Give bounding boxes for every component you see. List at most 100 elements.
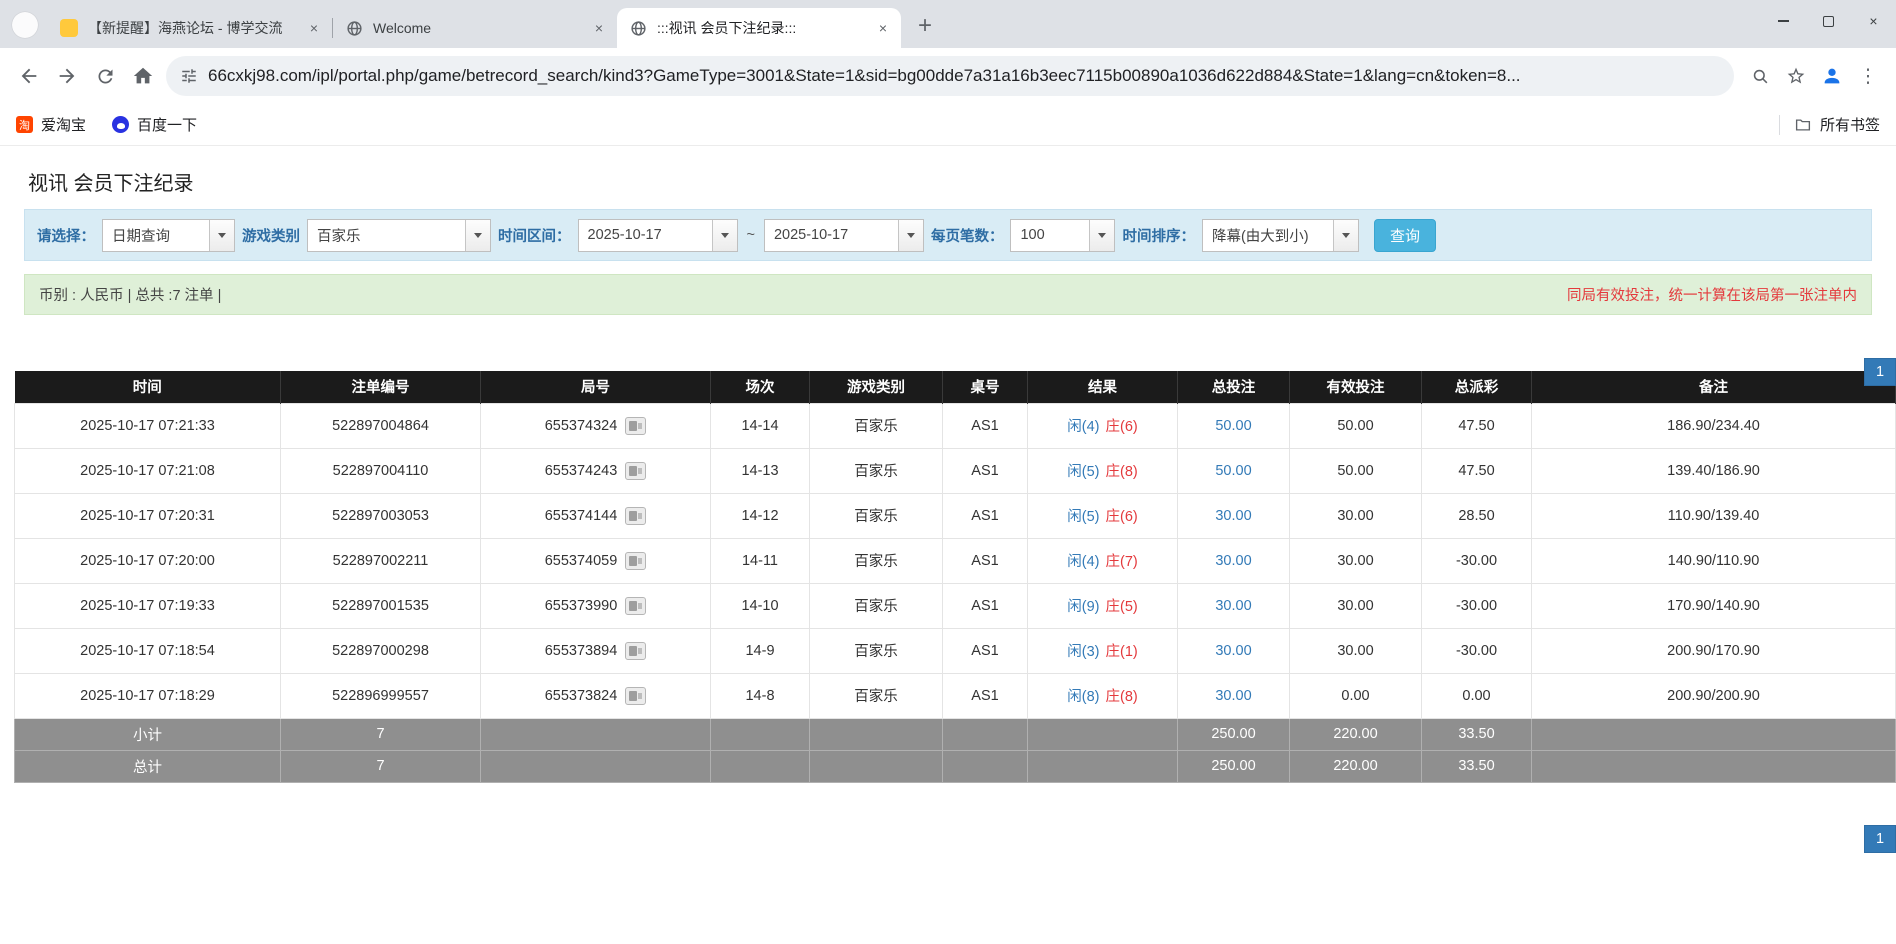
table-header-row: 时间 注单编号 局号 场次 游戏类别 桌号 结果 总投注 有效投注 总派彩 备注: [15, 371, 1896, 403]
footer-empty-cell: [711, 750, 810, 782]
maximize-button[interactable]: [1806, 0, 1851, 42]
bookmark-baidu[interactable]: 百度一下: [112, 114, 197, 135]
bet-amount-link[interactable]: 30.00: [1215, 553, 1251, 569]
cell-session: 14-8: [711, 673, 810, 718]
total-row: 总计 7 250.00 220.00 33.50: [15, 750, 1896, 782]
cell-payout: 28.50: [1422, 493, 1532, 538]
cell-result: 闲(4)庄(7): [1028, 538, 1178, 583]
site-info-icon[interactable]: [180, 67, 198, 85]
tab-close-icon[interactable]: ×: [873, 18, 893, 38]
header-cell: 总派彩: [1422, 371, 1532, 403]
summary-bar: 币别 : 人民币 | 总共 :7 注单 | 同局有效投注，统一计算在该局第一张注…: [24, 274, 1872, 315]
close-window-button[interactable]: ×: [1851, 0, 1896, 42]
round-detail-icon[interactable]: [625, 507, 646, 525]
filter-page-size-label: 每页笔数：: [931, 225, 1004, 246]
total-count: 7: [281, 750, 481, 782]
round-id: 655374059: [545, 552, 618, 568]
query-type-combo[interactable]: 日期查询: [102, 219, 235, 252]
date-to-combo[interactable]: 2025-10-17: [764, 219, 924, 252]
all-bookmarks-button[interactable]: 所有书签: [1794, 114, 1880, 135]
cell-total-bet: 30.00: [1178, 493, 1290, 538]
game-type-combo[interactable]: 百家乐: [307, 219, 491, 252]
cell-session: 14-14: [711, 403, 810, 448]
tab-forum[interactable]: 【新提醒】海燕论坛 - 博学交流 ×: [48, 8, 332, 48]
cell-valid-bet: 30.00: [1290, 538, 1422, 583]
chevron-down-icon[interactable]: [898, 220, 923, 251]
round-detail-icon[interactable]: [625, 687, 646, 705]
table-row: 2025-10-17 07:21:08 522897004110 6553742…: [15, 448, 1896, 493]
footer-empty-cell: [1028, 750, 1178, 782]
chevron-down-icon[interactable]: [209, 220, 234, 251]
browser-window: 【新提醒】海燕论坛 - 博学交流 × Welcome × :::视讯 会员下注纪…: [0, 0, 1896, 146]
address-bar[interactable]: 66cxkj98.com/ipl/portal.php/game/betreco…: [166, 56, 1734, 96]
bet-amount-link[interactable]: 50.00: [1215, 418, 1251, 434]
reload-button[interactable]: [86, 57, 124, 95]
cell-table-no: AS1: [943, 538, 1028, 583]
pagination-page-button[interactable]: 1: [1864, 825, 1896, 853]
subtotal-payout: 33.50: [1422, 718, 1532, 750]
cell-table-no: AS1: [943, 583, 1028, 628]
cell-payout: 47.50: [1422, 448, 1532, 493]
cell-total-bet: 50.00: [1178, 448, 1290, 493]
header-cell: 桌号: [943, 371, 1028, 403]
globe-icon: [345, 19, 363, 37]
cell-round: 655373824: [481, 673, 711, 718]
cell-payout: -30.00: [1422, 583, 1532, 628]
cell-total-bet: 30.00: [1178, 538, 1290, 583]
date-from-combo[interactable]: 2025-10-17: [578, 219, 738, 252]
tab-close-icon[interactable]: ×: [304, 18, 324, 38]
bet-amount-link[interactable]: 30.00: [1215, 508, 1251, 524]
cell-total-bet: 30.00: [1178, 673, 1290, 718]
cell-time: 2025-10-17 07:20:31: [15, 493, 281, 538]
search-button[interactable]: 查询: [1374, 219, 1436, 252]
footer-empty-cell: [481, 718, 711, 750]
zoom-icon[interactable]: [1742, 57, 1778, 95]
tab-betrecord[interactable]: :::视讯 会员下注纪录::: ×: [617, 8, 901, 48]
round-detail-icon[interactable]: [625, 552, 646, 570]
round-detail-icon[interactable]: [625, 597, 646, 615]
cell-valid-bet: 30.00: [1290, 628, 1422, 673]
round-id: 655373894: [545, 642, 618, 658]
back-button[interactable]: [10, 57, 48, 95]
bookmark-star-button[interactable]: [1778, 57, 1814, 95]
bookmark-taobao[interactable]: 淘 爱淘宝: [16, 114, 86, 135]
sort-order-combo[interactable]: 降幕(由大到小): [1202, 219, 1359, 252]
result-player: 闲(9): [1067, 599, 1099, 615]
footer-empty-cell: [711, 718, 810, 750]
minimize-button[interactable]: [1761, 0, 1806, 42]
tab-close-icon[interactable]: ×: [589, 18, 609, 38]
toolbar-right: ⋮: [1742, 57, 1886, 95]
round-detail-icon[interactable]: [625, 462, 646, 480]
bet-amount-link[interactable]: 30.00: [1215, 688, 1251, 704]
menu-button[interactable]: ⋮: [1850, 57, 1886, 95]
cell-game-type: 百家乐: [810, 403, 943, 448]
round-detail-icon[interactable]: [625, 417, 646, 435]
tab-search-button[interactable]: [12, 12, 38, 38]
forward-button[interactable]: [48, 57, 86, 95]
chevron-down-icon[interactable]: [465, 220, 490, 251]
combo-value: 2025-10-17: [765, 220, 898, 251]
cell-valid-bet: 50.00: [1290, 448, 1422, 493]
header-cell: 时间: [15, 371, 281, 403]
folder-icon: [1794, 116, 1812, 134]
total-total-bet: 250.00: [1178, 750, 1290, 782]
cell-table-no: AS1: [943, 628, 1028, 673]
bet-amount-link[interactable]: 30.00: [1215, 643, 1251, 659]
home-button[interactable]: [124, 57, 162, 95]
subtotal-valid-bet: 220.00: [1290, 718, 1422, 750]
chevron-down-icon[interactable]: [712, 220, 737, 251]
tab-welcome[interactable]: Welcome ×: [333, 8, 617, 48]
bet-amount-link[interactable]: 50.00: [1215, 463, 1251, 479]
table-row: 2025-10-17 07:20:00 522897002211 6553740…: [15, 538, 1896, 583]
chevron-down-icon[interactable]: [1333, 220, 1358, 251]
cell-time: 2025-10-17 07:18:29: [15, 673, 281, 718]
round-detail-icon[interactable]: [625, 642, 646, 660]
bet-amount-link[interactable]: 30.00: [1215, 598, 1251, 614]
profile-button[interactable]: [1814, 57, 1850, 95]
round-id: 655374324: [545, 417, 618, 433]
pagination-page-button[interactable]: 1: [1864, 358, 1896, 386]
page-size-combo[interactable]: 100: [1010, 219, 1115, 252]
chevron-down-icon[interactable]: [1089, 220, 1114, 251]
new-tab-button[interactable]: +: [909, 10, 941, 42]
cell-game-type: 百家乐: [810, 493, 943, 538]
